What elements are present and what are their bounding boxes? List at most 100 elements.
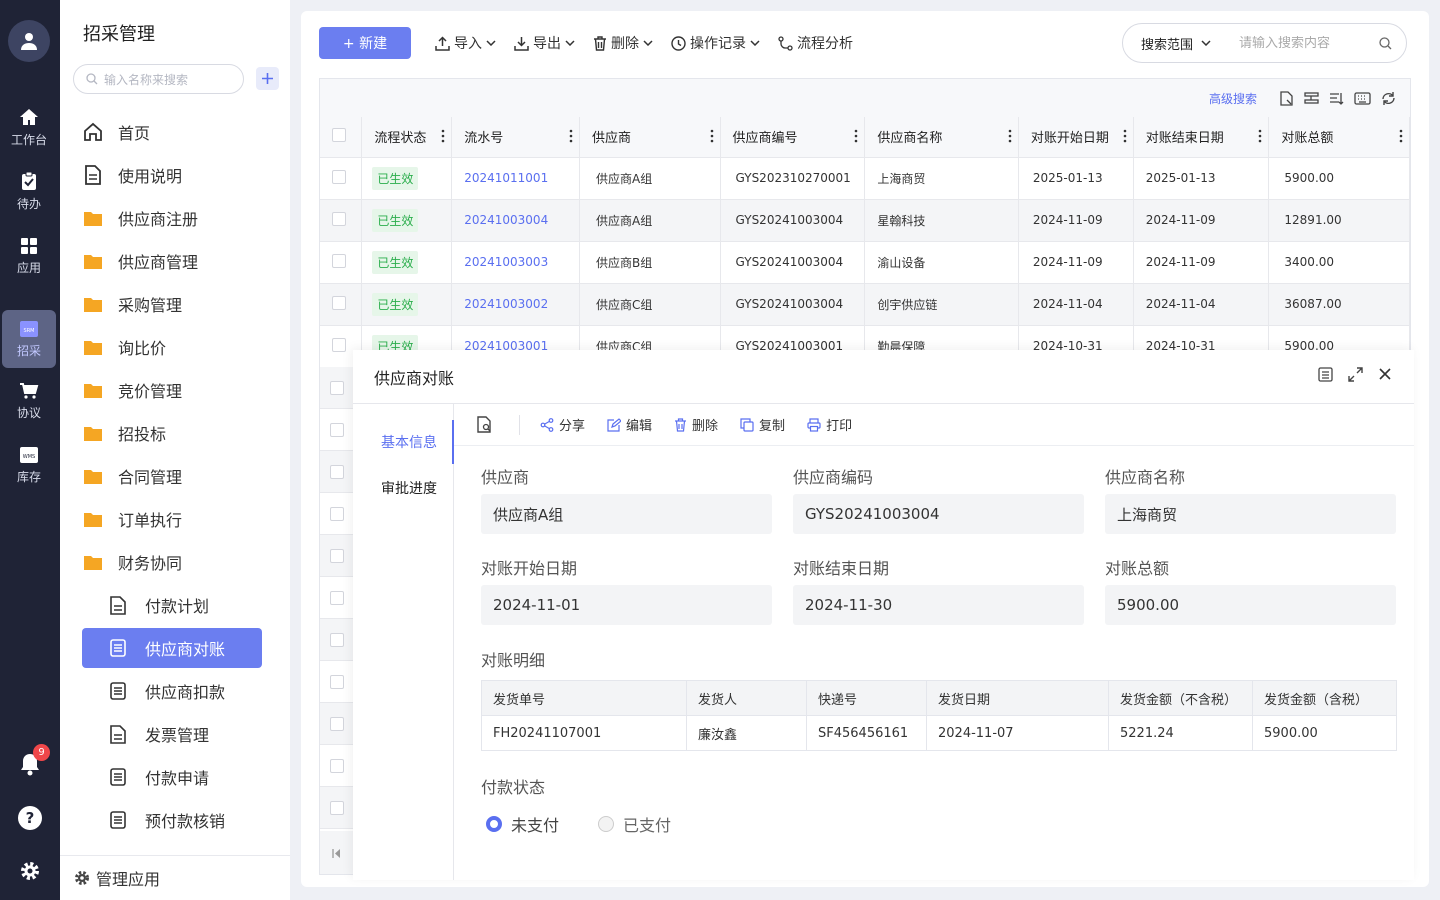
row-checkbox[interactable] [329,758,344,773]
column-header[interactable]: 流程状态 [361,117,453,158]
menu-item-tender[interactable]: 招投标 [82,416,262,450]
field-start-date[interactable]: 2024-11-01 [481,585,772,625]
column-menu-icon[interactable] [1258,129,1262,143]
serial-link[interactable]: 20241011001 [464,171,548,185]
column-header[interactable]: 供应商 [579,117,721,158]
row-checkbox[interactable] [329,632,344,647]
row-checkbox[interactable] [329,716,344,731]
rail-item-inventory[interactable]: WMS 库存 [2,436,56,494]
serial-link[interactable]: 20241003002 [464,297,548,311]
search-icon[interactable] [1379,37,1392,50]
column-header[interactable]: 对账结束日期 [1133,117,1270,158]
menu-item-inquiry[interactable]: 询比价 [82,330,262,364]
menu-item-home[interactable]: 首页 [82,115,262,149]
serial-link[interactable]: 20241003004 [464,213,548,227]
settings-button[interactable] [0,860,60,882]
radio-paid[interactable]: 已支付 [598,812,671,836]
user-avatar[interactable] [8,20,50,62]
share-button[interactable]: 分享 [540,415,585,434]
table-row[interactable]: 已生效 20241003002 供应商C组 GYS20241003004 创宇供… [320,283,1410,326]
select-all-checkbox[interactable] [332,127,346,142]
tab-basic-info[interactable]: 基本信息 [353,420,454,464]
sort-icon[interactable] [1329,91,1344,106]
menu-sub-payment-plan[interactable]: 付款计划 [82,585,262,625]
notifications-button[interactable]: 9 [0,744,60,776]
column-header[interactable]: 对账开始日期 [1018,117,1134,158]
table-row[interactable]: 已生效 20241003003 供应商B组 GYS20241003004 渝山设… [320,241,1410,284]
menu-search-input[interactable]: 输入名称来搜索 [73,64,244,94]
print-button[interactable]: 打印 [807,415,852,434]
export-doc-icon[interactable] [1279,90,1294,106]
column-menu-icon[interactable] [441,129,445,143]
menu-item-purchase[interactable]: 采购管理 [82,287,262,321]
column-header[interactable]: 供应商名称 [864,117,1019,158]
menu-sub-invoice[interactable]: 发票管理 [82,714,262,754]
menu-add-button[interactable] [256,67,279,90]
refresh-icon[interactable] [1381,91,1396,106]
menu-sub-deduction[interactable]: 供应商扣款 [82,671,262,711]
radio-unpaid[interactable]: 未支付 [486,812,559,836]
table-row[interactable]: 已生效 20241011001 供应商A组 GYS202310270001 上海… [320,157,1410,200]
field-end-date[interactable]: 2024-11-30 [793,585,1084,625]
flow-analysis-button[interactable]: 流程分析 [778,33,853,53]
menu-sub-payment-request[interactable]: 付款申请 [82,757,262,797]
row-checkbox[interactable] [332,253,346,268]
doc-view-icon[interactable] [476,416,493,433]
row-checkbox[interactable] [329,422,344,437]
column-menu-icon[interactable] [569,129,573,143]
delete-button[interactable]: 删除 [593,33,653,53]
serial-link[interactable]: 20241003003 [464,255,548,269]
rail-item-agreement[interactable]: 协议 [2,372,56,430]
column-menu-icon[interactable] [1008,129,1012,143]
tab-approval-progress[interactable]: 审批进度 [353,466,454,510]
menu-item-supplier-manage[interactable]: 供应商管理 [82,244,262,278]
radio-button-selected[interactable] [486,816,502,832]
radio-button[interactable] [598,816,615,832]
row-checkbox[interactable] [329,590,344,605]
menu-item-finance[interactable]: 财务协同 [82,545,262,579]
column-menu-icon[interactable] [1123,129,1127,143]
menu-item-bidding[interactable]: 竞价管理 [82,373,262,407]
field-total[interactable]: 5900.00 [1105,585,1396,625]
row-checkbox[interactable] [329,464,344,479]
copy-button[interactable]: 复制 [740,415,785,434]
row-checkbox[interactable] [332,211,346,226]
rail-item-procurement[interactable]: SRM 招采 [2,310,56,368]
expand-icon[interactable] [1348,367,1363,382]
column-menu-icon[interactable] [1399,129,1403,143]
new-button[interactable]: + 新建 [319,27,411,59]
edit-button[interactable]: 编辑 [607,415,652,434]
help-button[interactable]: ? [0,806,60,830]
field-name[interactable]: 上海商贸 [1105,494,1396,534]
row-checkbox[interactable] [329,674,344,689]
column-menu-icon[interactable] [854,129,858,143]
rail-item-apps[interactable]: 应用 [2,227,56,285]
column-header[interactable]: 流水号 [451,117,580,158]
column-header[interactable]: 对账总额 [1268,117,1410,158]
row-checkbox[interactable] [332,295,346,310]
menu-sub-prepayment[interactable]: 预付款核销 [82,800,262,840]
row-checkbox[interactable] [332,169,346,184]
operation-log-button[interactable]: 操作记录 [671,33,760,53]
column-settings-icon[interactable] [1304,91,1319,106]
import-button[interactable]: 导入 [435,33,496,53]
row-checkbox[interactable] [329,800,344,815]
drawer-delete-button[interactable]: 删除 [674,415,718,434]
menu-item-guide[interactable]: 使用说明 [82,158,262,192]
row-checkbox[interactable] [329,506,344,521]
table-row[interactable]: 已生效 20241003004 供应商A组 GYS20241003004 星翰科… [320,199,1410,242]
rail-item-todo[interactable]: 待办 [2,162,56,220]
search-input[interactable] [1239,35,1379,51]
pager-first-button[interactable] [320,831,353,874]
column-menu-icon[interactable] [710,129,714,143]
close-icon[interactable] [1378,367,1392,382]
row-checkbox[interactable] [329,380,344,395]
rail-item-workbench[interactable]: 工作台 [2,98,56,156]
advanced-search-link[interactable]: 高级搜索 [1209,90,1257,107]
menu-item-contract[interactable]: 合同管理 [82,459,262,493]
menu-item-order[interactable]: 订单执行 [82,502,262,536]
keyboard-icon[interactable] [1354,91,1371,105]
manage-apps-button[interactable]: 管理应用 [60,855,290,900]
field-code[interactable]: GYS20241003004 [793,494,1084,534]
export-button[interactable]: 导出 [514,33,575,53]
